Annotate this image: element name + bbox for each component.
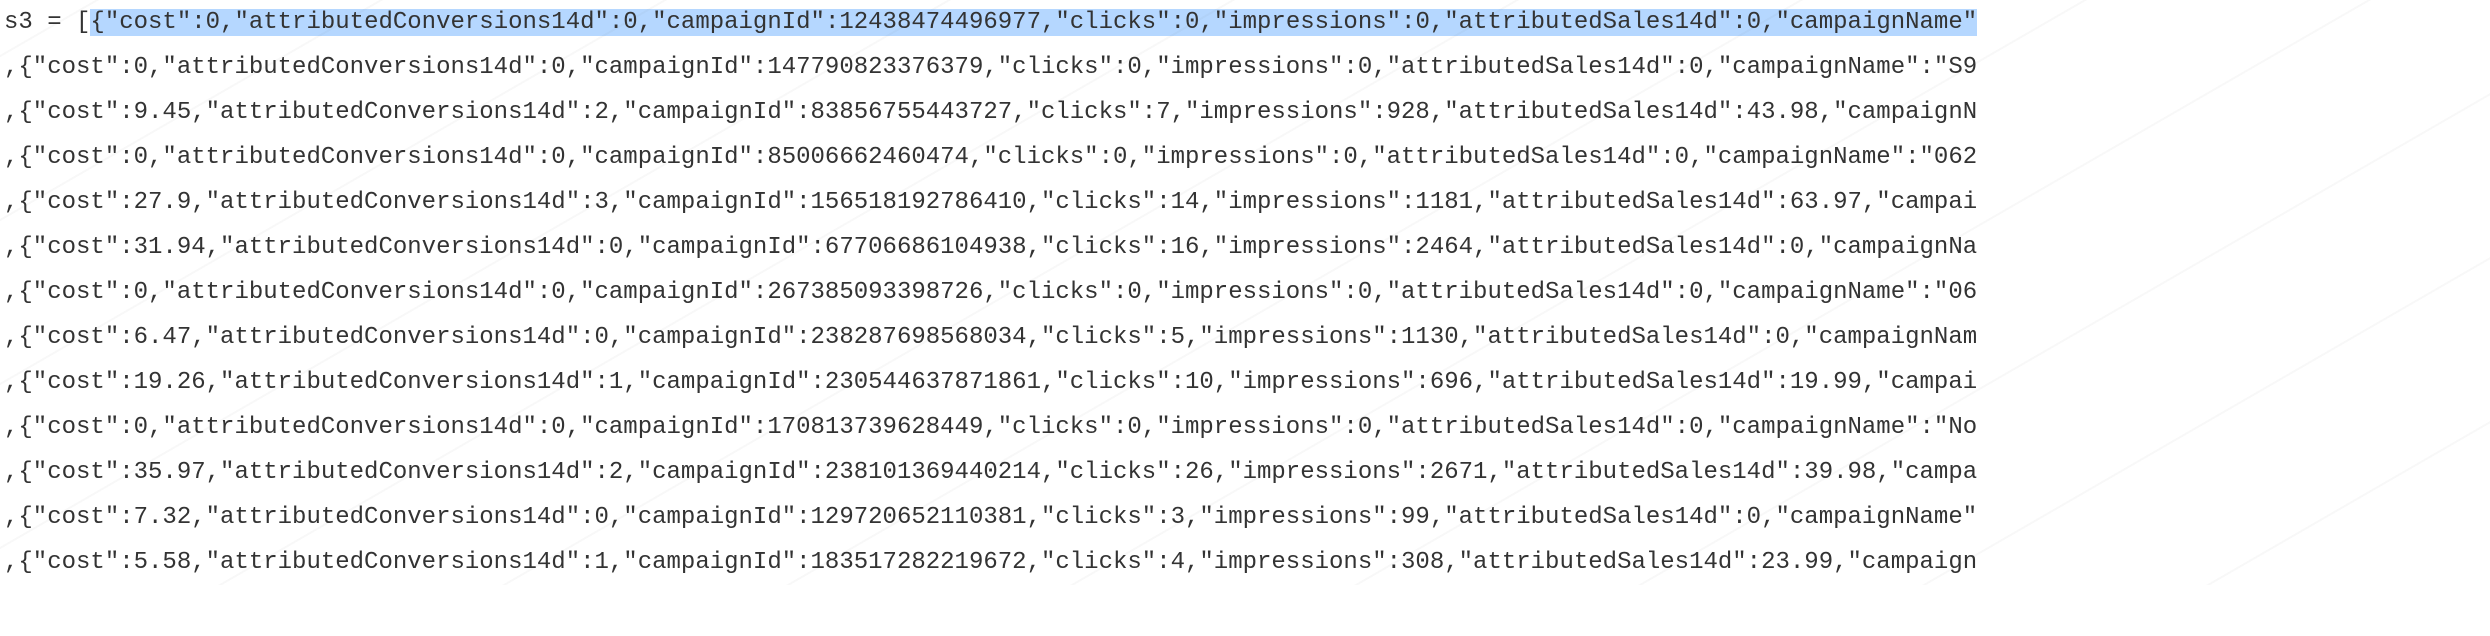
code-line: ,{"cost":7.32,"attributedConversions14d"… [4,495,2486,540]
code-line: ,{"cost":0,"attributedConversions14d":0,… [4,405,2486,450]
code-viewer[interactable]: s3 = [{"cost":0,"attributedConversions14… [0,0,2490,585]
code-line: ,{"cost":19.26,"attributedConversions14d… [4,360,2486,405]
code-line: ,{"cost":31.94,"attributedConversions14d… [4,225,2486,270]
code-line: ,{"cost":9.45,"attributedConversions14d"… [4,90,2486,135]
code-line: s3 = [{"cost":0,"attributedConversions14… [4,0,2486,45]
code-text-highlighted: {"cost":0,"attributedConversions14d":0,"… [90,9,1977,36]
code-line: ,{"cost":6.47,"attributedConversions14d"… [4,315,2486,360]
code-line: ,{"cost":0,"attributedConversions14d":0,… [4,135,2486,180]
variable-assignment: s3 = [ [4,9,90,36]
code-line: ,{"cost":0,"attributedConversions14d":0,… [4,270,2486,315]
code-line: ,{"cost":27.9,"attributedConversions14d"… [4,180,2486,225]
code-line: ,{"cost":0,"attributedConversions14d":0,… [4,45,2486,90]
code-line: ,{"cost":35.97,"attributedConversions14d… [4,450,2486,495]
code-line: ,{"cost":5.58,"attributedConversions14d"… [4,540,2486,585]
